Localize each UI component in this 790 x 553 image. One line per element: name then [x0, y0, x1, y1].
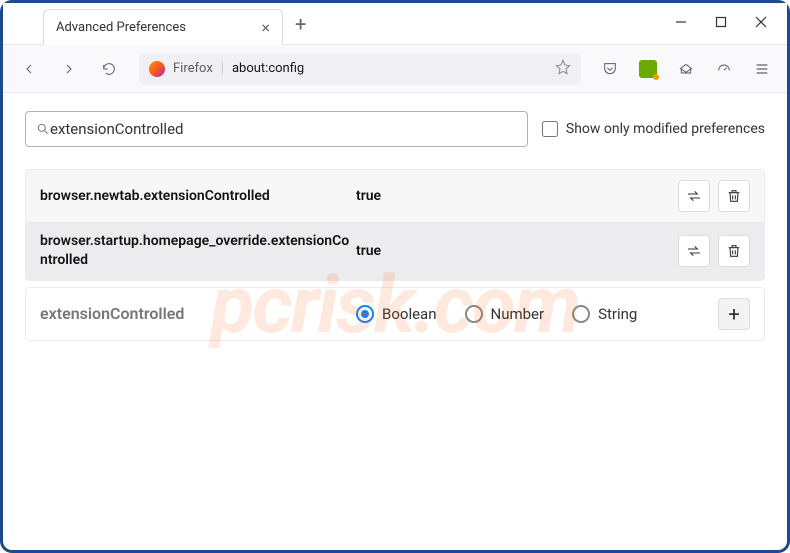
- new-preference-row: extensionControlled Boolean Number Strin…: [25, 287, 765, 341]
- type-option-boolean[interactable]: Boolean: [356, 305, 437, 323]
- reload-button[interactable]: [93, 53, 125, 85]
- minimize-button[interactable]: [675, 16, 687, 32]
- close-window-button[interactable]: [755, 16, 767, 32]
- search-input-wrapper[interactable]: [25, 111, 528, 147]
- pocket-icon[interactable]: [595, 54, 625, 84]
- type-option-number[interactable]: Number: [465, 305, 545, 323]
- radio-icon: [356, 305, 374, 323]
- window-controls: [675, 16, 787, 32]
- preference-row[interactable]: browser.startup.homepage_override.extens…: [26, 222, 764, 280]
- tab-title: Advanced Preferences: [56, 20, 186, 35]
- search-row: Show only modified preferences: [25, 111, 765, 147]
- preference-actions: [678, 235, 750, 267]
- search-icon: [36, 122, 50, 136]
- forward-button[interactable]: [53, 53, 85, 85]
- preference-actions: [678, 180, 750, 212]
- back-button[interactable]: [13, 53, 45, 85]
- delete-button[interactable]: [718, 180, 750, 212]
- inbox-icon[interactable]: [671, 54, 701, 84]
- radio-icon: [572, 305, 590, 323]
- toolbar-icons: [595, 54, 777, 84]
- bookmark-star-icon[interactable]: [555, 59, 571, 79]
- preference-value: true: [350, 188, 678, 204]
- type-label: Boolean: [382, 305, 437, 323]
- modified-only-checkbox[interactable]: Show only modified preferences: [542, 121, 765, 137]
- preference-list: browser.newtab.extensionControlled true …: [25, 169, 765, 281]
- modified-only-label: Show only modified preferences: [566, 121, 765, 137]
- preference-value: true: [350, 243, 678, 259]
- browser-tab[interactable]: Advanced Preferences ×: [43, 9, 283, 45]
- preference-name: browser.newtab.extensionControlled: [40, 187, 350, 206]
- preference-name: browser.startup.homepage_override.extens…: [40, 232, 350, 270]
- page-content: Show only modified preferences browser.n…: [3, 93, 787, 359]
- close-tab-icon[interactable]: ×: [261, 18, 270, 37]
- browser-toolbar: Firefox | about:config: [3, 45, 787, 93]
- hamburger-menu-icon[interactable]: [747, 54, 777, 84]
- address-bar[interactable]: Firefox | about:config: [139, 53, 581, 85]
- type-option-string[interactable]: String: [572, 305, 637, 323]
- toggle-button[interactable]: [678, 235, 710, 267]
- firefox-logo-icon: [149, 61, 165, 77]
- address-path: about:config: [232, 61, 304, 76]
- type-radio-group: Boolean Number String: [350, 305, 718, 323]
- delete-button[interactable]: [718, 235, 750, 267]
- address-separator: |: [221, 61, 224, 76]
- extension-icon[interactable]: [633, 54, 663, 84]
- dashboard-icon[interactable]: [709, 54, 739, 84]
- type-label: Number: [491, 305, 545, 323]
- type-label: String: [598, 305, 637, 323]
- radio-icon: [465, 305, 483, 323]
- toggle-button[interactable]: [678, 180, 710, 212]
- search-input[interactable]: [50, 120, 517, 138]
- new-tab-button[interactable]: +: [295, 12, 306, 36]
- preference-row[interactable]: browser.newtab.extensionControlled true: [26, 170, 764, 222]
- modified-only-input[interactable]: [542, 121, 558, 137]
- address-prefix: Firefox: [173, 61, 213, 76]
- new-preference-name: extensionControlled: [40, 304, 350, 323]
- add-preference-button[interactable]: +: [718, 298, 750, 330]
- maximize-button[interactable]: [715, 16, 727, 32]
- window-titlebar: Advanced Preferences × +: [3, 3, 787, 45]
